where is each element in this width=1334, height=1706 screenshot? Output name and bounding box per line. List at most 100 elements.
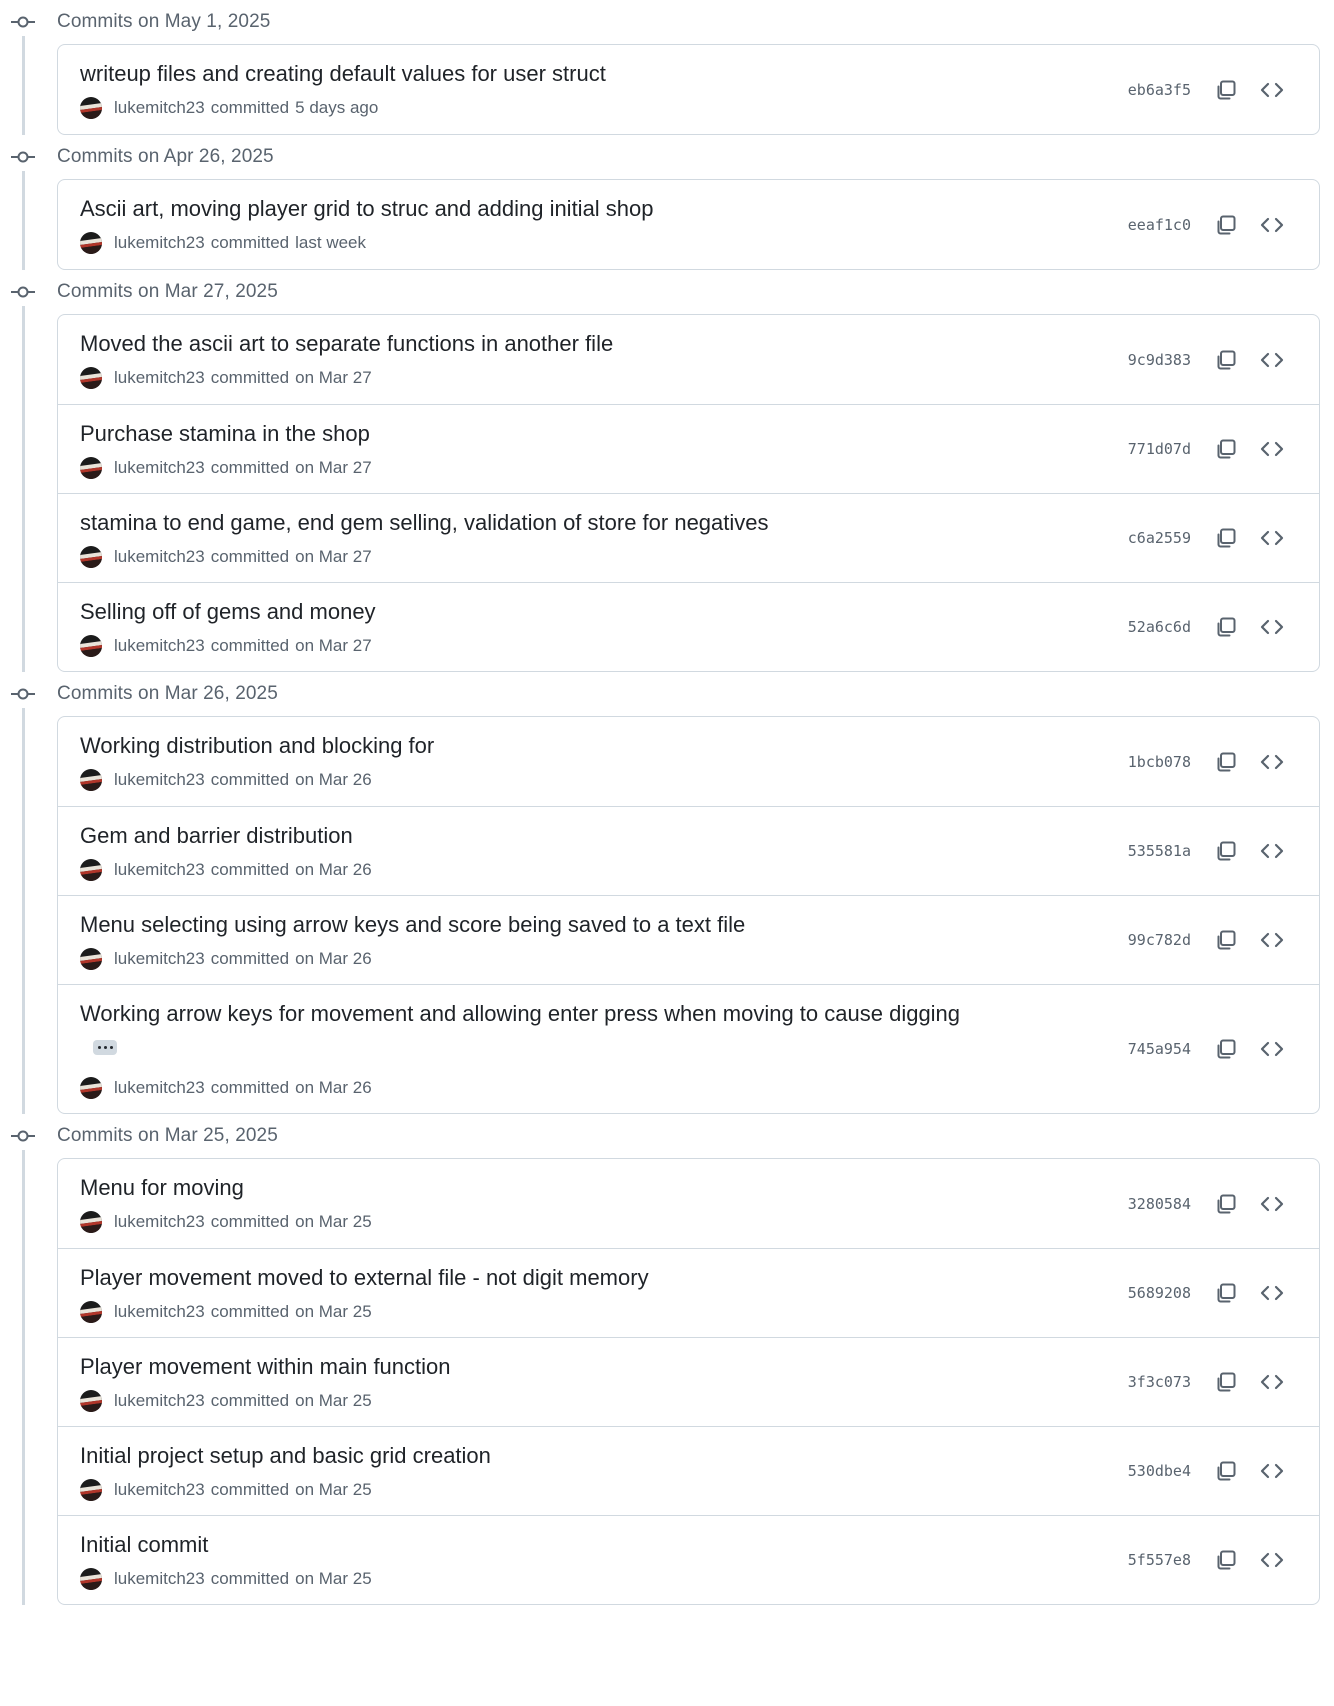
avatar[interactable]	[80, 1077, 102, 1099]
commit-sha-link[interactable]: eeaf1c0	[1128, 216, 1191, 234]
commit-title-link[interactable]: Gem and barrier distribution	[80, 823, 353, 849]
commit-author-link[interactable]: lukemitch23	[114, 1480, 205, 1500]
commit-title-link[interactable]: Working distribution and blocking for	[80, 733, 434, 759]
commit-author-link[interactable]: lukemitch23	[114, 1569, 205, 1589]
commit-sha-link[interactable]: 5689208	[1128, 1284, 1191, 1302]
git-commit-icon	[11, 148, 35, 166]
commit-title-link[interactable]: Ascii art, moving player grid to struc a…	[80, 196, 654, 222]
copy-icon[interactable]	[1213, 1458, 1239, 1484]
copy-icon[interactable]	[1213, 614, 1239, 640]
commit-title-link[interactable]: Player movement moved to external file -…	[80, 1265, 649, 1291]
avatar[interactable]	[80, 367, 102, 389]
commit-group-date: Commits on Mar 25, 2025	[57, 1125, 278, 1146]
commit-author-link[interactable]: lukemitch23	[114, 636, 205, 656]
avatar[interactable]	[80, 1568, 102, 1590]
commit-title-link[interactable]: writeup files and creating default value…	[80, 61, 606, 87]
copy-icon[interactable]	[1213, 525, 1239, 551]
code-icon[interactable]	[1259, 1280, 1285, 1306]
copy-icon[interactable]	[1213, 749, 1239, 775]
commit-title-link[interactable]: Selling off of gems and money	[80, 599, 376, 625]
commit-author-link[interactable]: lukemitch23	[114, 458, 205, 478]
commit-sha-link[interactable]: 1bcb078	[1128, 753, 1191, 771]
avatar[interactable]	[80, 635, 102, 657]
code-icon[interactable]	[1259, 212, 1285, 238]
commit-sha-link[interactable]: 3280584	[1128, 1195, 1191, 1213]
copy-icon[interactable]	[1213, 77, 1239, 103]
commit-sha-link[interactable]: c6a2559	[1128, 529, 1191, 547]
copy-icon[interactable]	[1213, 1036, 1239, 1062]
commit-author-link[interactable]: lukemitch23	[114, 233, 205, 253]
code-icon[interactable]	[1259, 525, 1285, 551]
avatar[interactable]	[80, 1479, 102, 1501]
commit-title-link[interactable]: Player movement within main function	[80, 1354, 451, 1380]
commit-author-link[interactable]: lukemitch23	[114, 1212, 205, 1232]
code-icon[interactable]	[1259, 1547, 1285, 1573]
commit-verb: committed	[210, 1391, 290, 1410]
commit-row: writeup files and creating default value…	[58, 45, 1319, 134]
commit-author-link[interactable]: lukemitch23	[114, 1078, 205, 1098]
copy-icon[interactable]	[1213, 1191, 1239, 1217]
commit-title-link[interactable]: Menu for moving	[80, 1175, 244, 1201]
copy-icon[interactable]	[1213, 436, 1239, 462]
avatar[interactable]	[80, 1301, 102, 1323]
show-description-button[interactable]	[93, 1040, 117, 1055]
code-icon[interactable]	[1259, 77, 1285, 103]
code-icon[interactable]	[1259, 614, 1285, 640]
code-icon[interactable]	[1259, 749, 1285, 775]
copy-icon[interactable]	[1213, 927, 1239, 953]
commit-sha-link[interactable]: 530dbe4	[1128, 1462, 1191, 1480]
code-icon[interactable]	[1259, 347, 1285, 373]
copy-icon[interactable]	[1213, 838, 1239, 864]
copy-icon[interactable]	[1213, 212, 1239, 238]
commit-author-link[interactable]: lukemitch23	[114, 949, 205, 969]
commit-author-link[interactable]: lukemitch23	[114, 368, 205, 388]
commit-meta: lukemitch23 committed 5 days ago	[80, 97, 378, 119]
code-icon[interactable]	[1259, 1458, 1285, 1484]
avatar[interactable]	[80, 1390, 102, 1412]
avatar[interactable]	[80, 546, 102, 568]
commit-author-link[interactable]: lukemitch23	[114, 860, 205, 880]
code-icon[interactable]	[1259, 436, 1285, 462]
avatar[interactable]	[80, 769, 102, 791]
code-icon[interactable]	[1259, 927, 1285, 953]
commit-sha-link[interactable]: 745a954	[1128, 1040, 1191, 1058]
avatar[interactable]	[80, 97, 102, 119]
commit-title-link[interactable]: Menu selecting using arrow keys and scor…	[80, 912, 745, 938]
commit-title-link[interactable]: stamina to end game, end gem selling, va…	[80, 510, 769, 536]
commit-sha-link[interactable]: 535581a	[1128, 842, 1191, 860]
code-icon[interactable]	[1259, 838, 1285, 864]
commit-author-link[interactable]: lukemitch23	[114, 98, 205, 118]
commit-author-link[interactable]: lukemitch23	[114, 1391, 205, 1411]
commit-sha-link[interactable]: 99c782d	[1128, 931, 1191, 949]
commit-sha-link[interactable]: eb6a3f5	[1128, 81, 1191, 99]
commit-meta: lukemitch23 committed on Mar 25	[80, 1568, 372, 1590]
copy-icon[interactable]	[1213, 1547, 1239, 1573]
copy-icon[interactable]	[1213, 347, 1239, 373]
commit-author-link[interactable]: lukemitch23	[114, 770, 205, 790]
commit-sha-link[interactable]: 9c9d383	[1128, 351, 1191, 369]
commit-sha-link[interactable]: 771d07d	[1128, 440, 1191, 458]
commit-author-link[interactable]: lukemitch23	[114, 547, 205, 567]
commit-time: on Mar 26	[295, 1078, 372, 1097]
commit-title-link[interactable]: Purchase stamina in the shop	[80, 421, 370, 447]
commit-title-link[interactable]: Working arrow keys for movement and allo…	[80, 1001, 960, 1027]
commit-author-link[interactable]: lukemitch23	[114, 1302, 205, 1322]
commit-sha-link[interactable]: 3f3c073	[1128, 1373, 1191, 1391]
code-icon[interactable]	[1259, 1369, 1285, 1395]
code-icon[interactable]	[1259, 1036, 1285, 1062]
copy-icon[interactable]	[1213, 1369, 1239, 1395]
avatar[interactable]	[80, 1211, 102, 1233]
avatar[interactable]	[80, 232, 102, 254]
commit-title-link[interactable]: Moved the ascii art to separate function…	[80, 331, 613, 357]
avatar[interactable]	[80, 457, 102, 479]
commit-title-link[interactable]: Initial commit	[80, 1532, 208, 1558]
timeline-rail	[22, 708, 25, 1114]
code-icon[interactable]	[1259, 1191, 1285, 1217]
commit-title-link[interactable]: Initial project setup and basic grid cre…	[80, 1443, 491, 1469]
commit-verb: committed	[210, 770, 290, 789]
commit-sha-link[interactable]: 52a6c6d	[1128, 618, 1191, 636]
avatar[interactable]	[80, 948, 102, 970]
copy-icon[interactable]	[1213, 1280, 1239, 1306]
commit-sha-link[interactable]: 5f557e8	[1128, 1551, 1191, 1569]
avatar[interactable]	[80, 859, 102, 881]
